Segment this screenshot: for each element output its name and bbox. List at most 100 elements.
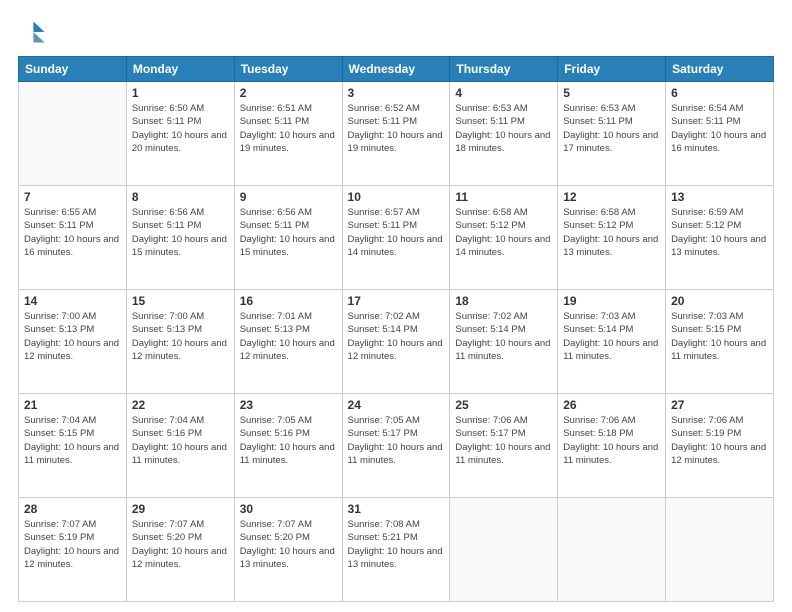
calendar-day-cell: 17 Sunrise: 7:02 AM Sunset: 5:14 PM Dayl… [342,290,450,394]
header [18,18,774,46]
day-info: Sunrise: 7:07 AM Sunset: 5:19 PM Dayligh… [24,518,121,571]
day-number: 27 [671,398,768,412]
logo [18,18,50,46]
day-number: 15 [132,294,229,308]
calendar-day-cell: 6 Sunrise: 6:54 AM Sunset: 5:11 PM Dayli… [666,82,774,186]
day-info: Sunrise: 6:56 AM Sunset: 5:11 PM Dayligh… [240,206,337,259]
day-number: 30 [240,502,337,516]
calendar-day-cell: 7 Sunrise: 6:55 AM Sunset: 5:11 PM Dayli… [19,186,127,290]
day-number: 28 [24,502,121,516]
weekday-header: Saturday [666,57,774,82]
day-number: 17 [348,294,445,308]
calendar-day-cell: 28 Sunrise: 7:07 AM Sunset: 5:19 PM Dayl… [19,498,127,602]
day-info: Sunrise: 6:54 AM Sunset: 5:11 PM Dayligh… [671,102,768,155]
calendar-day-cell: 11 Sunrise: 6:58 AM Sunset: 5:12 PM Dayl… [450,186,558,290]
day-number: 29 [132,502,229,516]
calendar-week-row: 7 Sunrise: 6:55 AM Sunset: 5:11 PM Dayli… [19,186,774,290]
weekday-header: Wednesday [342,57,450,82]
weekday-row: SundayMondayTuesdayWednesdayThursdayFrid… [19,57,774,82]
day-info: Sunrise: 7:03 AM Sunset: 5:14 PM Dayligh… [563,310,660,363]
calendar-day-cell [558,498,666,602]
day-info: Sunrise: 7:02 AM Sunset: 5:14 PM Dayligh… [455,310,552,363]
calendar-day-cell: 27 Sunrise: 7:06 AM Sunset: 5:19 PM Dayl… [666,394,774,498]
day-info: Sunrise: 6:58 AM Sunset: 5:12 PM Dayligh… [563,206,660,259]
day-info: Sunrise: 7:06 AM Sunset: 5:17 PM Dayligh… [455,414,552,467]
day-number: 9 [240,190,337,204]
day-number: 31 [348,502,445,516]
day-info: Sunrise: 7:04 AM Sunset: 5:15 PM Dayligh… [24,414,121,467]
calendar-day-cell: 29 Sunrise: 7:07 AM Sunset: 5:20 PM Dayl… [126,498,234,602]
day-info: Sunrise: 7:01 AM Sunset: 5:13 PM Dayligh… [240,310,337,363]
calendar-day-cell: 2 Sunrise: 6:51 AM Sunset: 5:11 PM Dayli… [234,82,342,186]
day-info: Sunrise: 7:04 AM Sunset: 5:16 PM Dayligh… [132,414,229,467]
day-info: Sunrise: 7:02 AM Sunset: 5:14 PM Dayligh… [348,310,445,363]
day-info: Sunrise: 7:07 AM Sunset: 5:20 PM Dayligh… [240,518,337,571]
calendar-week-row: 21 Sunrise: 7:04 AM Sunset: 5:15 PM Dayl… [19,394,774,498]
day-info: Sunrise: 6:58 AM Sunset: 5:12 PM Dayligh… [455,206,552,259]
day-number: 23 [240,398,337,412]
day-number: 19 [563,294,660,308]
calendar-day-cell: 26 Sunrise: 7:06 AM Sunset: 5:18 PM Dayl… [558,394,666,498]
day-info: Sunrise: 6:53 AM Sunset: 5:11 PM Dayligh… [563,102,660,155]
calendar-day-cell: 1 Sunrise: 6:50 AM Sunset: 5:11 PM Dayli… [126,82,234,186]
day-number: 3 [348,86,445,100]
page: SundayMondayTuesdayWednesdayThursdayFrid… [0,0,792,612]
day-info: Sunrise: 7:00 AM Sunset: 5:13 PM Dayligh… [132,310,229,363]
day-info: Sunrise: 6:56 AM Sunset: 5:11 PM Dayligh… [132,206,229,259]
weekday-header: Tuesday [234,57,342,82]
calendar-day-cell [666,498,774,602]
day-number: 24 [348,398,445,412]
day-number: 26 [563,398,660,412]
calendar-table: SundayMondayTuesdayWednesdayThursdayFrid… [18,56,774,602]
day-info: Sunrise: 6:50 AM Sunset: 5:11 PM Dayligh… [132,102,229,155]
day-number: 5 [563,86,660,100]
calendar-day-cell: 10 Sunrise: 6:57 AM Sunset: 5:11 PM Dayl… [342,186,450,290]
calendar-day-cell: 23 Sunrise: 7:05 AM Sunset: 5:16 PM Dayl… [234,394,342,498]
calendar-week-row: 1 Sunrise: 6:50 AM Sunset: 5:11 PM Dayli… [19,82,774,186]
day-info: Sunrise: 6:57 AM Sunset: 5:11 PM Dayligh… [348,206,445,259]
weekday-header: Friday [558,57,666,82]
calendar-day-cell: 24 Sunrise: 7:05 AM Sunset: 5:17 PM Dayl… [342,394,450,498]
day-info: Sunrise: 7:05 AM Sunset: 5:17 PM Dayligh… [348,414,445,467]
calendar-day-cell: 15 Sunrise: 7:00 AM Sunset: 5:13 PM Dayl… [126,290,234,394]
calendar-header: SundayMondayTuesdayWednesdayThursdayFrid… [19,57,774,82]
calendar-week-row: 14 Sunrise: 7:00 AM Sunset: 5:13 PM Dayl… [19,290,774,394]
calendar-day-cell: 25 Sunrise: 7:06 AM Sunset: 5:17 PM Dayl… [450,394,558,498]
logo-icon [18,18,46,46]
calendar-day-cell: 12 Sunrise: 6:58 AM Sunset: 5:12 PM Dayl… [558,186,666,290]
calendar-week-row: 28 Sunrise: 7:07 AM Sunset: 5:19 PM Dayl… [19,498,774,602]
calendar-day-cell: 16 Sunrise: 7:01 AM Sunset: 5:13 PM Dayl… [234,290,342,394]
day-info: Sunrise: 7:00 AM Sunset: 5:13 PM Dayligh… [24,310,121,363]
calendar-day-cell: 8 Sunrise: 6:56 AM Sunset: 5:11 PM Dayli… [126,186,234,290]
calendar-day-cell [450,498,558,602]
calendar-day-cell: 31 Sunrise: 7:08 AM Sunset: 5:21 PM Dayl… [342,498,450,602]
day-info: Sunrise: 7:06 AM Sunset: 5:19 PM Dayligh… [671,414,768,467]
day-number: 21 [24,398,121,412]
day-number: 18 [455,294,552,308]
day-info: Sunrise: 6:53 AM Sunset: 5:11 PM Dayligh… [455,102,552,155]
calendar-day-cell: 21 Sunrise: 7:04 AM Sunset: 5:15 PM Dayl… [19,394,127,498]
calendar-day-cell: 5 Sunrise: 6:53 AM Sunset: 5:11 PM Dayli… [558,82,666,186]
day-info: Sunrise: 7:03 AM Sunset: 5:15 PM Dayligh… [671,310,768,363]
calendar-day-cell: 9 Sunrise: 6:56 AM Sunset: 5:11 PM Dayli… [234,186,342,290]
calendar-day-cell: 19 Sunrise: 7:03 AM Sunset: 5:14 PM Dayl… [558,290,666,394]
calendar-day-cell: 20 Sunrise: 7:03 AM Sunset: 5:15 PM Dayl… [666,290,774,394]
calendar-day-cell: 30 Sunrise: 7:07 AM Sunset: 5:20 PM Dayl… [234,498,342,602]
day-number: 13 [671,190,768,204]
day-info: Sunrise: 6:51 AM Sunset: 5:11 PM Dayligh… [240,102,337,155]
day-number: 7 [24,190,121,204]
day-number: 12 [563,190,660,204]
day-info: Sunrise: 7:07 AM Sunset: 5:20 PM Dayligh… [132,518,229,571]
calendar-day-cell: 14 Sunrise: 7:00 AM Sunset: 5:13 PM Dayl… [19,290,127,394]
calendar-day-cell: 4 Sunrise: 6:53 AM Sunset: 5:11 PM Dayli… [450,82,558,186]
weekday-header: Monday [126,57,234,82]
day-number: 20 [671,294,768,308]
day-number: 25 [455,398,552,412]
calendar-day-cell [19,82,127,186]
day-number: 14 [24,294,121,308]
calendar-day-cell: 13 Sunrise: 6:59 AM Sunset: 5:12 PM Dayl… [666,186,774,290]
day-number: 1 [132,86,229,100]
day-info: Sunrise: 6:59 AM Sunset: 5:12 PM Dayligh… [671,206,768,259]
day-number: 4 [455,86,552,100]
weekday-header: Thursday [450,57,558,82]
